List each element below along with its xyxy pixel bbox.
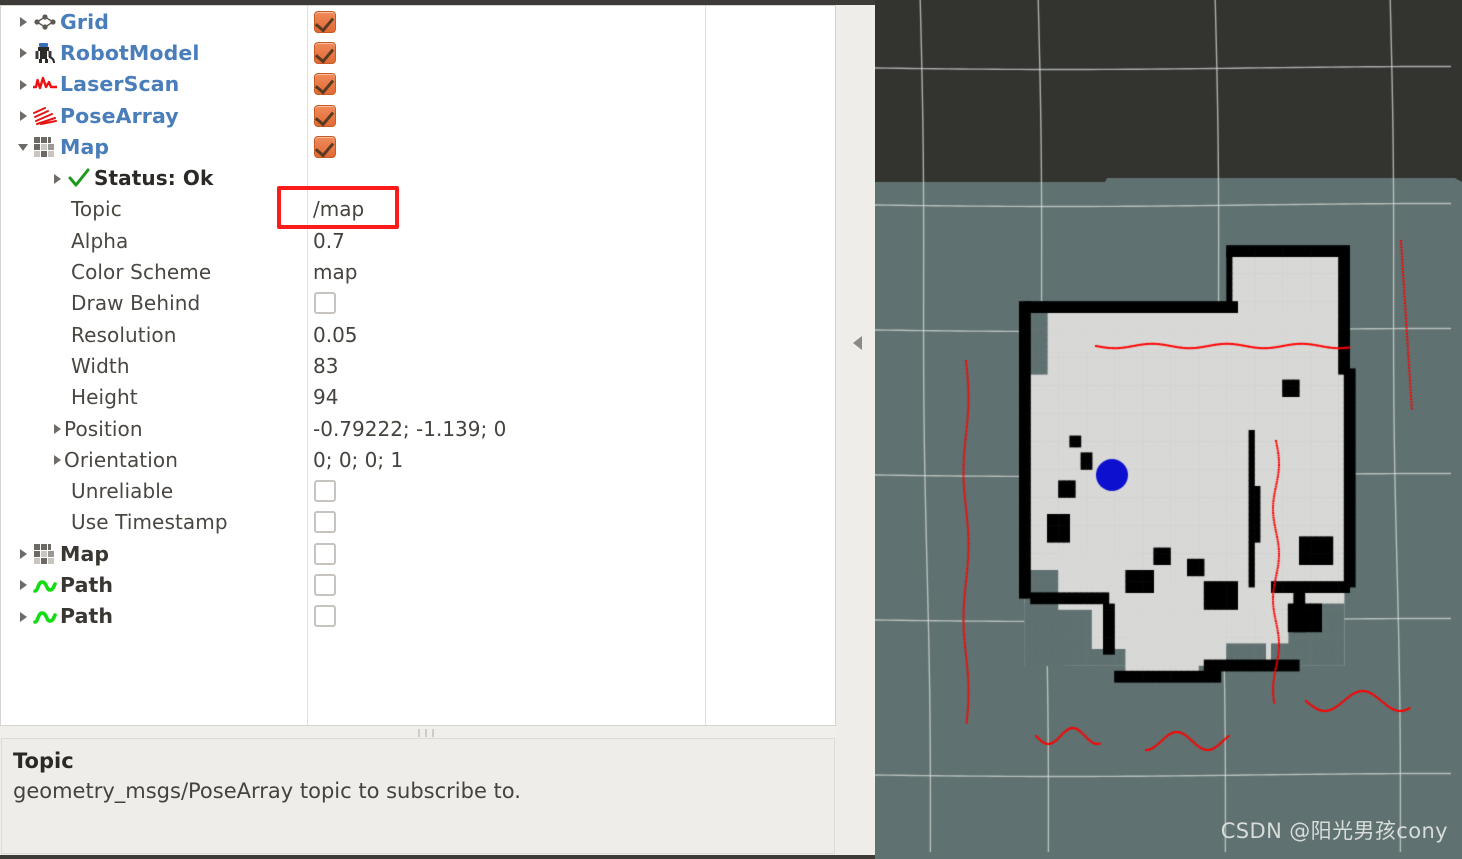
display-item-laserscan-2[interactable]: LaserScan <box>1 69 835 100</box>
map-icon <box>30 134 60 160</box>
collapse-left-arrow-icon[interactable] <box>853 336 862 350</box>
property-label: Position <box>64 416 143 441</box>
display-item-path-t1[interactable]: Path <box>1 569 835 600</box>
display-item-label: Path <box>60 604 114 629</box>
property-row-resolution[interactable]: Resolution 0.05 <box>1 319 835 350</box>
topic-value-highlight-box <box>277 186 399 229</box>
property-value[interactable]: 83 <box>313 354 338 378</box>
display-enable-checkbox[interactable] <box>314 605 336 628</box>
property-label: Orientation <box>64 447 179 472</box>
display-enable-checkbox[interactable] <box>314 104 336 127</box>
property-value[interactable]: 0; 0; 0; 1 <box>313 448 403 472</box>
property-label: Status: Ok <box>94 166 214 191</box>
horizontal-splitter[interactable] <box>1 726 835 738</box>
display-enable-checkbox[interactable] <box>314 10 336 33</box>
property-row-width[interactable]: Width 83 <box>1 350 835 381</box>
display-item-map-4[interactable]: Map <box>1 131 835 162</box>
display-item-label: Grid <box>60 9 110 34</box>
grid-icon <box>30 9 60 35</box>
property-row-status[interactable]: Status: Ok <box>1 162 835 193</box>
property-row-color-scheme[interactable]: Color Scheme map <box>1 256 835 287</box>
displays-tree[interactable]: Grid RobotModel LaserScan PoseArray Map … <box>1 6 835 632</box>
expand-arrow-icon[interactable] <box>51 453 64 466</box>
display-enable-checkbox[interactable] <box>314 73 336 96</box>
property-checkbox[interactable] <box>314 292 336 315</box>
display-item-label: Map <box>60 541 110 566</box>
property-label: Use Timestamp <box>71 510 228 535</box>
display-item-label: PoseArray <box>60 103 179 128</box>
splitter-grip-icon <box>415 729 441 737</box>
display-item-label: LaserScan <box>60 72 180 97</box>
occupancy-grid-canvas[interactable] <box>875 0 1462 859</box>
property-label: Height <box>71 385 138 410</box>
display-enable-checkbox[interactable] <box>314 542 336 565</box>
expand-arrow-icon[interactable] <box>17 547 30 560</box>
pose-array-icon <box>30 103 60 129</box>
property-label: Draw Behind <box>71 291 201 316</box>
expand-arrow-icon[interactable] <box>17 109 30 122</box>
expand-arrow-icon[interactable] <box>17 46 30 59</box>
display-item-label: RobotModel <box>60 40 200 65</box>
display-item-map-t0[interactable]: Map <box>1 538 835 569</box>
display-item-label: Map <box>60 134 110 159</box>
property-value[interactable]: 0.7 <box>313 229 345 253</box>
property-row-height[interactable]: Height 94 <box>1 382 835 413</box>
property-row-unreliable[interactable]: Unreliable <box>1 475 835 506</box>
property-label: Unreliable <box>71 479 174 504</box>
property-row-use-timestamp[interactable]: Use Timestamp <box>1 507 835 538</box>
path-icon <box>30 603 60 629</box>
property-value[interactable]: map <box>313 260 357 284</box>
property-row-position[interactable]: Position -0.79222; -1.139; 0 <box>1 413 835 444</box>
display-enable-checkbox[interactable] <box>314 41 336 64</box>
display-item-posearray-3[interactable]: PoseArray <box>1 100 835 131</box>
property-label: Resolution <box>71 322 177 347</box>
expand-arrow-icon[interactable] <box>17 578 30 591</box>
watermark-text: CSDN @阳光男孩cony <box>1220 819 1448 843</box>
expand-arrow-icon[interactable] <box>17 610 30 623</box>
property-description-panel: Topic geometry_msgs/PoseArray topic to s… <box>1 738 835 854</box>
property-row-alpha[interactable]: Alpha 0.7 <box>1 225 835 256</box>
expand-arrow-icon[interactable] <box>17 78 30 91</box>
property-row-topic[interactable]: Topic /map <box>1 194 835 225</box>
vertical-splitter[interactable] <box>836 5 875 859</box>
description-title: Topic <box>13 749 74 773</box>
map-icon <box>30 541 60 567</box>
expand-arrow-icon[interactable] <box>51 172 64 185</box>
status-ok-icon <box>64 165 94 191</box>
render-view-3d[interactable]: CSDN @阳光男孩cony <box>875 0 1462 859</box>
property-value[interactable]: -0.79222; -1.139; 0 <box>313 417 506 441</box>
robot-model-icon <box>30 40 60 66</box>
property-label: Color Scheme <box>71 260 212 285</box>
display-item-robotmodel-1[interactable]: RobotModel <box>1 37 835 68</box>
property-checkbox[interactable] <box>314 511 336 534</box>
description-text: geometry_msgs/PoseArray topic to subscri… <box>13 779 521 803</box>
display-enable-checkbox[interactable] <box>314 573 336 596</box>
display-enable-checkbox[interactable] <box>314 135 336 158</box>
display-item-path-t2[interactable]: Path <box>1 601 835 632</box>
expand-arrow-icon[interactable] <box>17 15 30 28</box>
displays-tree-panel[interactable]: Grid RobotModel LaserScan PoseArray Map … <box>0 5 836 726</box>
property-label: Width <box>71 353 130 378</box>
property-checkbox[interactable] <box>314 480 336 503</box>
property-row-draw-behind[interactable]: Draw Behind <box>1 288 835 319</box>
display-item-grid-0[interactable]: Grid <box>1 6 835 37</box>
display-item-label: Path <box>60 572 114 597</box>
property-label: Alpha <box>71 228 129 253</box>
expand-arrow-icon[interactable] <box>51 422 64 435</box>
property-row-orientation[interactable]: Orientation 0; 0; 0; 1 <box>1 444 835 475</box>
property-value[interactable]: 0.05 <box>313 323 358 347</box>
expand-arrow-icon[interactable] <box>17 140 30 153</box>
property-value[interactable]: 94 <box>313 385 338 409</box>
laser-scan-icon <box>30 71 60 97</box>
rviz-window: Grid RobotModel LaserScan PoseArray Map … <box>0 0 1462 859</box>
path-icon <box>30 572 60 598</box>
window-bottom-strip <box>0 855 875 859</box>
property-label: Topic <box>71 197 122 222</box>
